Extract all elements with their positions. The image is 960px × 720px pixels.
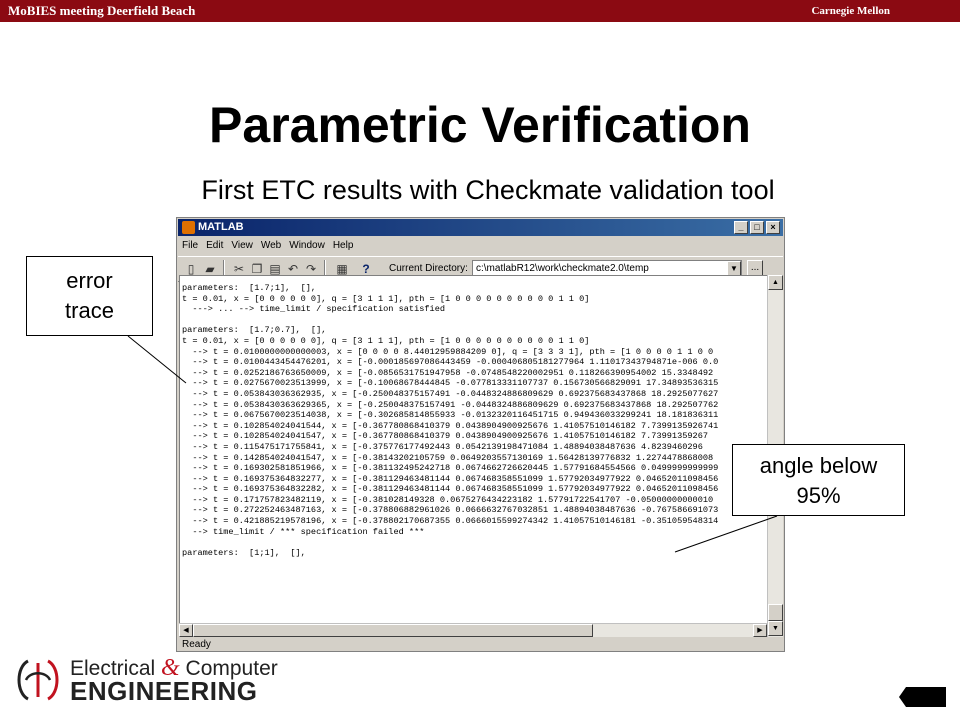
error-trace-callout: error trace: [26, 256, 153, 336]
command-window[interactable]: parameters: [1.7;1], [], t = 0.01, x = […: [179, 275, 768, 637]
scroll-right-icon[interactable]: ▶: [753, 624, 767, 637]
ece-logo: Electrical & Computer ENGINEERING: [12, 655, 278, 706]
university-label: Carnegie Mellon: [811, 5, 890, 17]
callout-text: trace: [65, 298, 114, 323]
menu-view[interactable]: View: [227, 237, 257, 251]
slide-subtitle: First ETC results with Checkmate validat…: [201, 175, 775, 205]
logo-line-2: ENGINEERING: [70, 676, 258, 706]
scroll-left-icon[interactable]: ◀: [179, 624, 193, 637]
menu-bar: File Edit View Web Window Help: [178, 237, 783, 255]
scroll-down-icon[interactable]: ▼: [768, 621, 783, 636]
status-bar: Ready: [179, 639, 782, 651]
menu-help[interactable]: Help: [329, 237, 358, 251]
slide-nav-button[interactable]: [899, 687, 946, 707]
angle-callout: angle below 95%: [732, 444, 905, 516]
menu-window[interactable]: Window: [285, 237, 329, 251]
scroll-up-icon[interactable]: ▲: [768, 275, 783, 290]
window-title: MATLAB: [198, 221, 244, 233]
menu-edit[interactable]: Edit: [202, 237, 227, 251]
event-label: MoBIES meeting Deerfield Beach: [8, 3, 196, 18]
menu-web[interactable]: Web: [257, 237, 285, 251]
maximize-button[interactable]: □: [750, 221, 764, 234]
console-output: parameters: [1.7;1], [], t = 0.01, x = […: [182, 283, 719, 558]
minimize-button[interactable]: _: [734, 221, 748, 234]
callout-text: 95%: [796, 483, 841, 508]
hscroll-thumb[interactable]: [193, 624, 593, 637]
matlab-logo-icon: [182, 221, 195, 234]
window-titlebar[interactable]: MATLAB _ □ ×: [178, 219, 783, 236]
ece-emblem-icon: [17, 659, 59, 701]
top-banner: MoBIES meeting Deerfield Beach Carnegie …: [0, 0, 960, 22]
horizontal-scrollbar[interactable]: ◀ ▶: [179, 623, 767, 637]
current-directory-label: Current Directory:: [389, 263, 468, 274]
callout-text: angle below: [759, 453, 878, 478]
matlab-window: MATLAB _ □ × File Edit View Web Window Help ▯…: [176, 217, 785, 652]
callout-text: error: [66, 268, 113, 293]
status-text: Ready: [182, 639, 211, 650]
menu-file[interactable]: File: [178, 237, 202, 251]
scroll-thumb[interactable]: [768, 604, 783, 621]
close-button[interactable]: ×: [766, 221, 780, 234]
slide-title: Parametric Verification: [209, 97, 751, 153]
